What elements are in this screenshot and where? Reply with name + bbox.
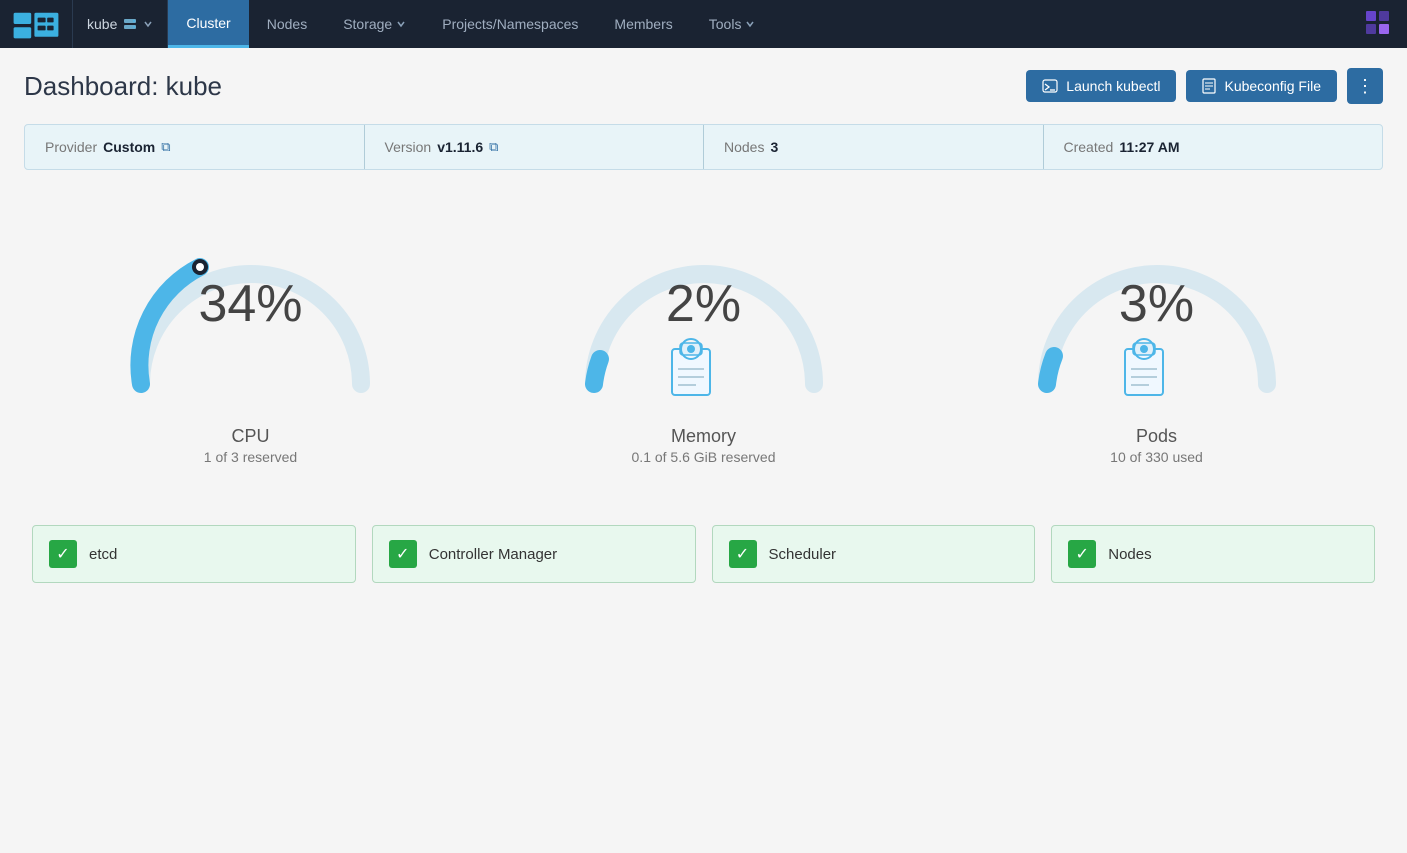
pods-label: Pods [1136,426,1177,447]
nav-members[interactable]: Members [596,0,690,48]
storage-chevron-icon [396,19,406,29]
info-provider: Provider Custom ⧉ [25,125,364,169]
pods-sublabel: 10 of 330 used [1110,449,1203,465]
provider-copy-icon[interactable]: ⧉ [161,139,170,155]
server-icon [123,17,137,31]
memory-percent: 2% [666,278,741,330]
terminal-icon [1042,78,1058,94]
pods-text-center: 3% [1119,278,1194,330]
chevron-down-icon [143,19,153,29]
pods-gauge: 3% Pods 10 of 330 used [1007,214,1307,465]
launch-kubectl-button[interactable]: Launch kubectl [1026,70,1176,102]
version-copy-icon[interactable]: ⧉ [489,139,498,155]
nav-storage[interactable]: Storage [325,0,424,48]
page-title: Dashboard: kube [24,71,222,102]
cpu-gauge-wrapper: 34% [111,214,391,414]
controller-manager-check-icon: ✓ [389,540,417,568]
memory-gauge-wrapper: 2% [564,214,844,414]
memory-text-center: 2% [666,278,741,330]
nav-cluster[interactable]: Cluster [168,0,248,48]
info-version: Version v1.11.6 ⧉ [364,125,704,169]
cpu-label: CPU [231,426,269,447]
page-content: Dashboard: kube Launch kubectl Kubeconfi… [0,48,1407,603]
version-value: v1.11.6 [437,139,483,155]
nodes-value: 3 [770,139,778,155]
cpu-gauge: 34% CPU 1 of 3 reserved [101,214,401,465]
pods-gauge-wrapper: 3% [1017,214,1297,414]
kube-cluster-selector[interactable]: kube [73,0,168,48]
nav-tools[interactable]: Tools [691,0,774,48]
info-created: Created 11:27 AM [1043,125,1383,169]
version-label: Version [385,139,432,155]
status-controller-manager: ✓ Controller Manager [372,525,696,583]
navbar: kube Cluster Nodes Storage Projects/Name… [0,0,1407,48]
status-section: ✓ etcd ✓ Controller Manager ✓ Scheduler … [24,525,1383,583]
etcd-label: etcd [89,546,117,563]
memory-label: Memory [671,426,736,447]
etcd-check-icon: ✓ [49,540,77,568]
controller-manager-label: Controller Manager [429,546,557,563]
kube-label: kube [87,16,117,32]
nav-links: Cluster Nodes Storage Projects/Namespace… [168,0,1351,48]
cpu-sublabel: 1 of 3 reserved [204,449,297,465]
status-etcd: ✓ etcd [32,525,356,583]
provider-value: Custom [103,139,155,155]
page-header: Dashboard: kube Launch kubectl Kubeconfi… [24,68,1383,104]
header-actions: Launch kubectl Kubeconfig File ⋮ [1026,68,1383,104]
nav-nodes[interactable]: Nodes [249,0,325,48]
memory-sublabel: 0.1 of 5.6 GiB reserved [632,449,776,465]
provider-label: Provider [45,139,97,155]
info-nodes: Nodes 3 [703,125,1043,169]
document-icon [1202,78,1216,94]
kubeconfig-file-button[interactable]: Kubeconfig File [1186,70,1337,102]
nodes-label: Nodes [724,139,764,155]
more-options-button[interactable]: ⋮ [1347,68,1383,104]
gauges-section: 34% CPU 1 of 3 reserved [24,194,1383,505]
scheduler-check-icon: ✓ [729,540,757,568]
info-bar: Provider Custom ⧉ Version v1.11.6 ⧉ Node… [24,124,1383,170]
cpu-percent: 34% [198,278,302,330]
scheduler-label: Scheduler [769,546,837,563]
memory-gauge: 2% Memory 0.1 of 5.6 GiB reserved [554,214,854,465]
status-scheduler: ✓ Scheduler [712,525,1036,583]
cpu-text-center: 34% [198,278,302,330]
status-nodes: ✓ Nodes [1051,525,1375,583]
brand-logo-area [0,0,73,48]
nav-right [1351,0,1407,48]
nav-projects[interactable]: Projects/Namespaces [424,0,596,48]
nodes-status-label: Nodes [1108,546,1151,563]
created-value: 11:27 AM [1119,139,1179,155]
tools-chevron-icon [745,19,755,29]
rancher-logo [12,6,60,42]
app-grid-icon[interactable] [1359,4,1399,44]
nodes-status-check-icon: ✓ [1068,540,1096,568]
created-label: Created [1064,139,1114,155]
pods-percent: 3% [1119,278,1194,330]
